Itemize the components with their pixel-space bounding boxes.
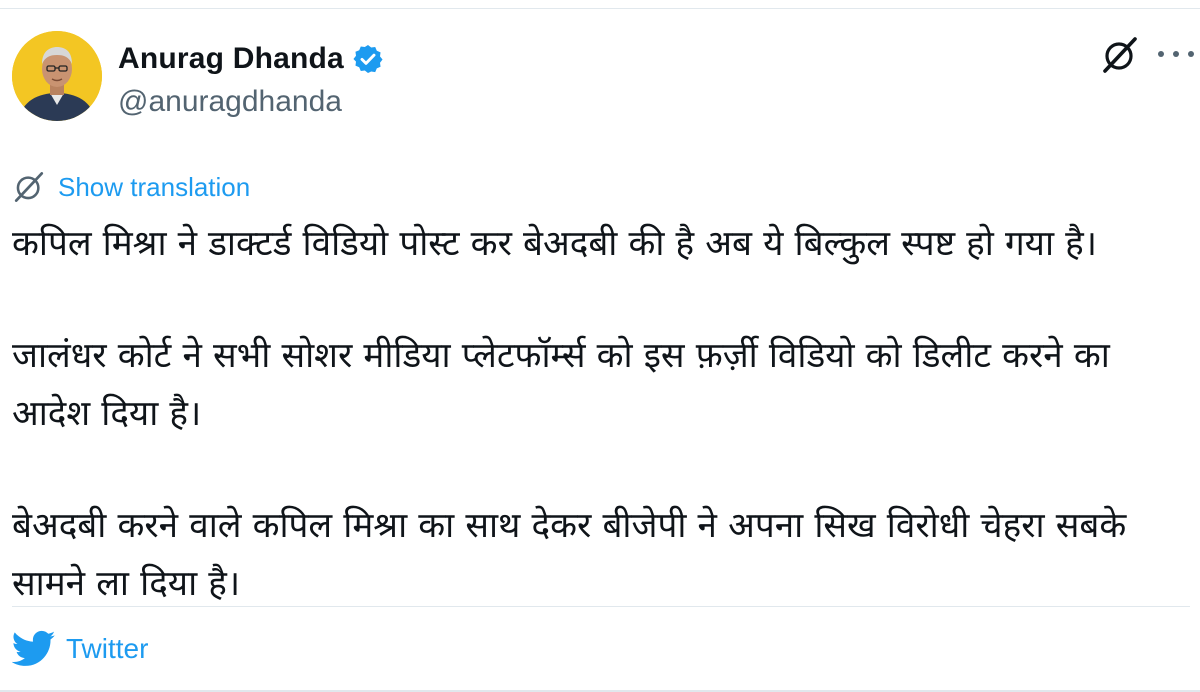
- author-display-name[interactable]: Anurag Dhanda: [118, 42, 344, 76]
- twitter-source-label[interactable]: Twitter: [66, 633, 148, 665]
- translate-icon: [14, 172, 44, 202]
- more-dot: [1173, 51, 1179, 57]
- tweet-paragraph: कपिल मिश्रा ने डाक्टर्ड विडियो पोस्ट कर …: [12, 224, 1098, 264]
- more-dot: [1188, 51, 1194, 57]
- more-options-icon[interactable]: [1158, 39, 1194, 69]
- tweet-card: Anurag Dhanda @anuragdhanda Show transla…: [0, 8, 1200, 692]
- tweet-text: कपिल मिश्रा ने डाक्टर्ड विडियो पोस्ट कर …: [12, 215, 1192, 613]
- author-handle[interactable]: @anuragdhanda: [118, 85, 342, 119]
- twitter-source-link[interactable]: Twitter: [12, 627, 148, 671]
- more-dot: [1158, 51, 1164, 57]
- tweet-paragraph: जालंधर कोर्ट ने सभी सोशर मीडिया प्लेटफॉर…: [12, 336, 1110, 434]
- verified-badge-icon: [353, 45, 383, 73]
- translate-row[interactable]: Show translation: [12, 169, 250, 205]
- twitter-bird-icon: [12, 630, 56, 666]
- show-translation-link[interactable]: Show translation: [58, 172, 250, 203]
- avatar-image: [12, 31, 102, 121]
- author-name-row[interactable]: Anurag Dhanda: [118, 37, 384, 81]
- tweet-paragraph: बेअदबी करने वाले कपिल मिश्रा का साथ देकर…: [12, 506, 1127, 604]
- divider: [12, 606, 1190, 607]
- x-logo-icon[interactable]: [1100, 35, 1140, 75]
- avatar[interactable]: [12, 31, 102, 121]
